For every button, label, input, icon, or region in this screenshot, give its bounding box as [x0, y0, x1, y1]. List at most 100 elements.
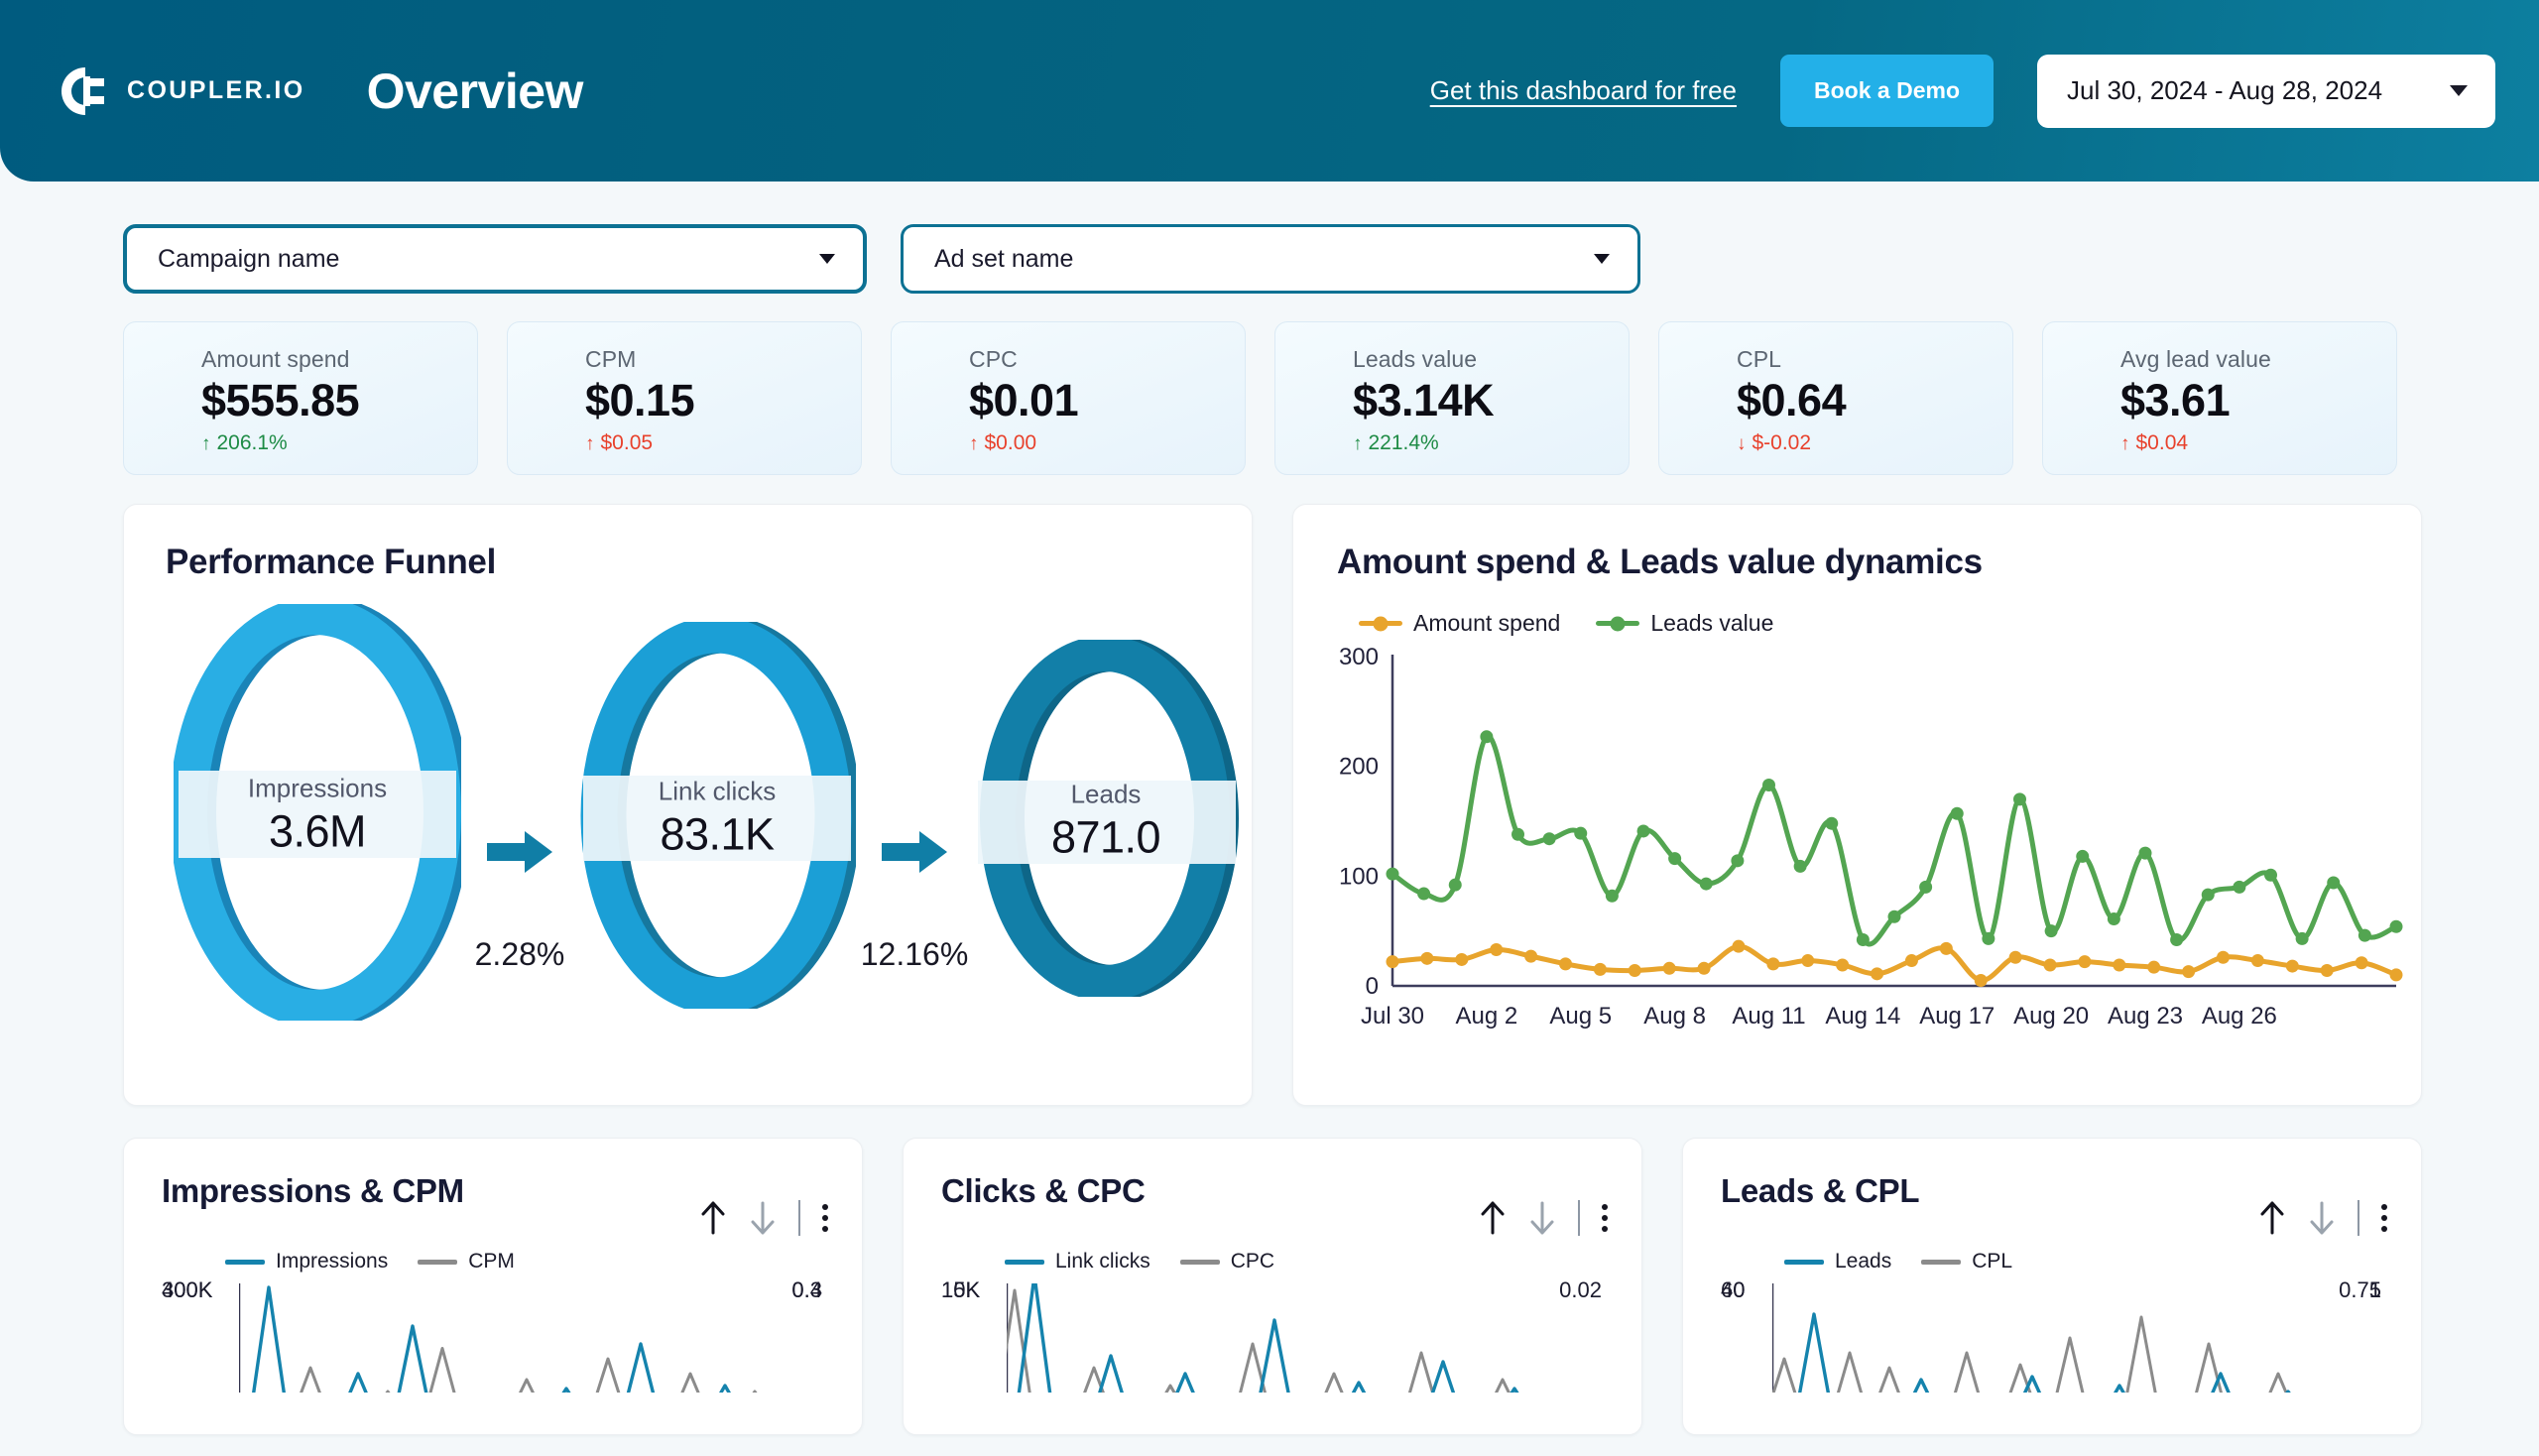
- legend-swatch: [1784, 1260, 1824, 1265]
- kpi-delta-value: $-0.02: [1753, 431, 1812, 455]
- legend-item-primary[interactable]: Leads: [1784, 1250, 1891, 1274]
- svg-text:Aug 2: Aug 2: [1456, 1003, 1518, 1030]
- brand-logo[interactable]: COUPLER.IO: [60, 65, 305, 117]
- toolbar-divider: [798, 1200, 800, 1236]
- card-toolbar: [699, 1200, 828, 1236]
- ad-set-name-filter[interactable]: Ad set name: [901, 224, 1640, 294]
- kpi-value: $3.14K: [1353, 375, 1629, 426]
- legend-swatch: [225, 1260, 265, 1265]
- mini-line-chart: [239, 1283, 794, 1393]
- app-header: COUPLER.IO Overview Get this dashboard f…: [0, 0, 2539, 182]
- clicks-cpc-card: Clicks & CPC Link clicks CPC: [903, 1138, 1642, 1435]
- funnel-stage-impressions: Impressions 3.6M: [174, 604, 461, 1026]
- ad-set-name-filter-label: Ad set name: [934, 245, 1073, 274]
- dynamics-title: Amount spend & Leads value dynamics: [1337, 543, 2421, 582]
- mini-line-chart: [1772, 1283, 2328, 1393]
- kpi-card-row: Amount spend $555.85 ↑ 206.1% CPM $0.15 …: [0, 294, 2539, 475]
- kpi-card-amount-spend[interactable]: Amount spend $555.85 ↑ 206.1%: [123, 321, 478, 475]
- card-toolbar: [1479, 1200, 1608, 1236]
- sort-ascending-icon[interactable]: [699, 1201, 727, 1235]
- more-options-icon[interactable]: [2381, 1204, 2387, 1232]
- toolbar-divider: [2358, 1200, 2359, 1236]
- funnel-stage-leads: Leads 871.0: [973, 640, 1239, 1002]
- legend-item-primary[interactable]: Link clicks: [1005, 1250, 1150, 1274]
- funnel-ring-icon: [973, 640, 1239, 997]
- date-range-value: Jul 30, 2024 - Aug 28, 2024: [2067, 75, 2382, 106]
- card-title: Clicks & CPC: [941, 1172, 1145, 1210]
- trend-down-icon: ↓: [1737, 434, 1747, 453]
- kpi-card-avg-lead-value[interactable]: Avg lead value $3.61 ↑ $0.04: [2042, 321, 2397, 475]
- performance-funnel-card: Performance Funnel Impressions 3.6M: [123, 504, 1253, 1106]
- legend-swatch: [1921, 1260, 1961, 1265]
- trend-up-icon: ↑: [1353, 434, 1363, 453]
- toolbar-divider: [1578, 1200, 1580, 1236]
- chart-legend: Link clicks CPC: [1005, 1250, 1641, 1274]
- more-options-icon[interactable]: [822, 1204, 828, 1232]
- impressions-cpm-card: Impressions & CPM Impressions CPM: [123, 1138, 863, 1435]
- legend-item-primary[interactable]: Impressions: [225, 1250, 388, 1274]
- more-options-icon[interactable]: [1602, 1204, 1608, 1232]
- svg-text:Aug 26: Aug 26: [2202, 1003, 2277, 1030]
- legend-item-amount-spend[interactable]: Amount spend: [1359, 610, 1560, 637]
- legend-label: Leads value: [1650, 610, 1773, 637]
- trend-up-icon: ↑: [2120, 434, 2130, 453]
- kpi-label: CPM: [585, 346, 861, 373]
- sort-descending-icon[interactable]: [749, 1201, 777, 1235]
- chart-legend: Impressions CPM: [225, 1250, 862, 1274]
- date-range-picker[interactable]: Jul 30, 2024 - Aug 28, 2024: [2037, 55, 2495, 128]
- brand-name: COUPLER.IO: [127, 76, 305, 105]
- kpi-delta: ↑ $0.00: [969, 431, 1245, 455]
- y2-axis-tick: 0.02: [1559, 1277, 1602, 1303]
- legend-item-secondary[interactable]: CPM: [418, 1250, 515, 1274]
- sort-ascending-icon[interactable]: [1479, 1201, 1507, 1235]
- kpi-delta-value: 206.1%: [217, 431, 288, 455]
- legend-label: Amount spend: [1413, 610, 1560, 637]
- coupler-logo-icon: [60, 65, 109, 117]
- dynamics-legend: Amount spend Leads value: [1359, 610, 2421, 637]
- page-title: Overview: [367, 62, 583, 120]
- legend-item-secondary[interactable]: CPL: [1921, 1250, 2012, 1274]
- kpi-card-cpm[interactable]: CPM $0.15 ↑ $0.05: [507, 321, 862, 475]
- legend-swatch: [418, 1260, 457, 1265]
- legend-item-leads-value[interactable]: Leads value: [1596, 610, 1773, 637]
- legend-swatch: [1596, 621, 1639, 626]
- mini-line-chart: [1007, 1283, 1562, 1393]
- kpi-card-leads-value[interactable]: Leads value $3.14K ↑ 221.4%: [1274, 321, 1630, 475]
- y-axis-tick: 300K: [162, 1277, 212, 1303]
- svg-text:Aug 17: Aug 17: [1919, 1003, 1995, 1030]
- y2-axis-tick: 0.3: [791, 1277, 822, 1303]
- svg-text:100: 100: [1339, 863, 1379, 890]
- kpi-card-cpl[interactable]: CPL $0.64 ↓ $-0.02: [1658, 321, 2013, 475]
- y2-axis-tick: 0.75: [2339, 1277, 2381, 1303]
- kpi-delta: ↑ 221.4%: [1353, 431, 1629, 455]
- get-dashboard-free-link[interactable]: Get this dashboard for free: [1430, 75, 1737, 106]
- kpi-value: $0.01: [969, 375, 1245, 426]
- kpi-delta-value: 221.4%: [1369, 431, 1439, 455]
- legend-label: Impressions: [276, 1250, 388, 1274]
- sort-descending-icon[interactable]: [1528, 1201, 1556, 1235]
- campaign-name-filter[interactable]: Campaign name: [123, 224, 867, 294]
- card-title: Leads & CPL: [1721, 1172, 1919, 1210]
- funnel-conversion-rate: 2.28%: [475, 936, 565, 973]
- svg-text:200: 200: [1339, 754, 1379, 781]
- book-a-demo-button[interactable]: Book a Demo: [1780, 55, 1994, 127]
- kpi-delta: ↑ $0.05: [585, 431, 861, 455]
- chart-legend: Leads CPL: [1784, 1250, 2421, 1274]
- kpi-value: $0.64: [1737, 375, 2012, 426]
- svg-text:Aug 8: Aug 8: [1643, 1003, 1706, 1030]
- chevron-down-icon: [1594, 254, 1610, 264]
- legend-label: CPC: [1231, 1250, 1274, 1274]
- kpi-value: $555.85: [201, 375, 477, 426]
- legend-item-secondary[interactable]: CPC: [1180, 1250, 1274, 1274]
- filter-bar: Campaign name Ad set name: [0, 182, 2539, 294]
- kpi-card-cpc[interactable]: CPC $0.01 ↑ $0.00: [891, 321, 1246, 475]
- y-axis-tick: 10K: [941, 1277, 980, 1303]
- svg-text:0: 0: [1366, 973, 1379, 1000]
- svg-text:Jul 30: Jul 30: [1361, 1003, 1424, 1030]
- funnel-conversion-2: 12.16%: [856, 604, 973, 1021]
- sort-descending-icon[interactable]: [2308, 1201, 2336, 1235]
- dynamics-line-chart: 0100200300Jul 30Aug 2Aug 5Aug 8Aug 11Aug…: [1331, 641, 2422, 1067]
- sort-ascending-icon[interactable]: [2258, 1201, 2286, 1235]
- svg-text:Aug 5: Aug 5: [1549, 1003, 1612, 1030]
- legend-swatch: [1359, 621, 1402, 626]
